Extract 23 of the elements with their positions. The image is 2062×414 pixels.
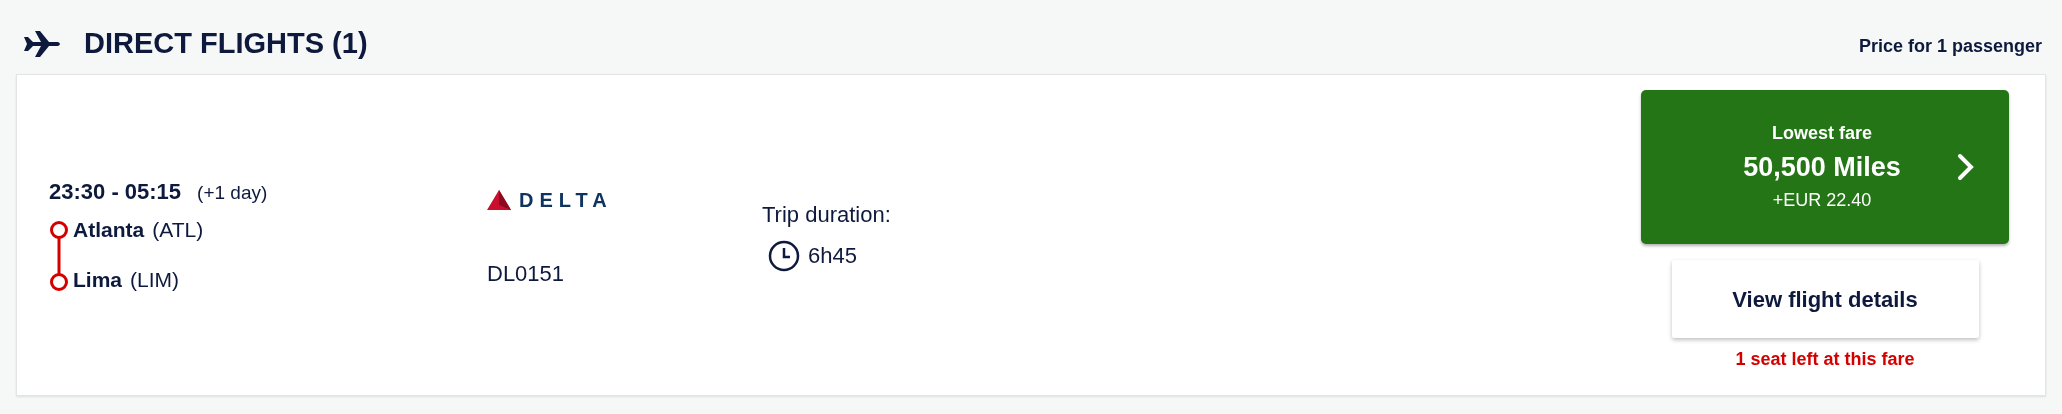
lowest-fare-button[interactable]: Lowest fare 50,500 Miles +EUR 22.40	[1641, 90, 2009, 244]
fare-surcharge: +EUR 22.40	[1772, 189, 1872, 213]
fare-label: Lowest fare	[1772, 121, 1872, 145]
flight-number: DL0151	[487, 259, 566, 288]
section-title: DIRECT FLIGHTS (1)	[84, 26, 368, 62]
fare-miles: 50,500 Miles	[1743, 150, 1901, 184]
airport-code: (LIM)	[130, 267, 179, 293]
clock-icon	[768, 239, 800, 272]
airport-code: (ATL)	[152, 216, 204, 243]
city-name: Atlanta	[73, 216, 145, 243]
route-line-icon	[49, 219, 69, 292]
view-details-button[interactable]: View flight details	[1671, 260, 1979, 338]
chevron-right-icon	[1957, 153, 1975, 181]
seats-warning: 1 seat left at this fare	[1735, 348, 1915, 371]
airplane-icon	[22, 31, 62, 57]
flight-times: 23:30 - 05:15	[49, 177, 182, 206]
price-note: Price for 1 passenger	[1858, 35, 2042, 58]
city-name: Lima	[73, 267, 122, 293]
day-offset: (+1 day)	[197, 180, 268, 205]
duration-value: 6h45	[808, 242, 857, 270]
duration-label: Trip duration:	[762, 201, 892, 229]
airline-logo: DELTA	[519, 187, 613, 213]
airline-logo-icon	[487, 189, 511, 210]
